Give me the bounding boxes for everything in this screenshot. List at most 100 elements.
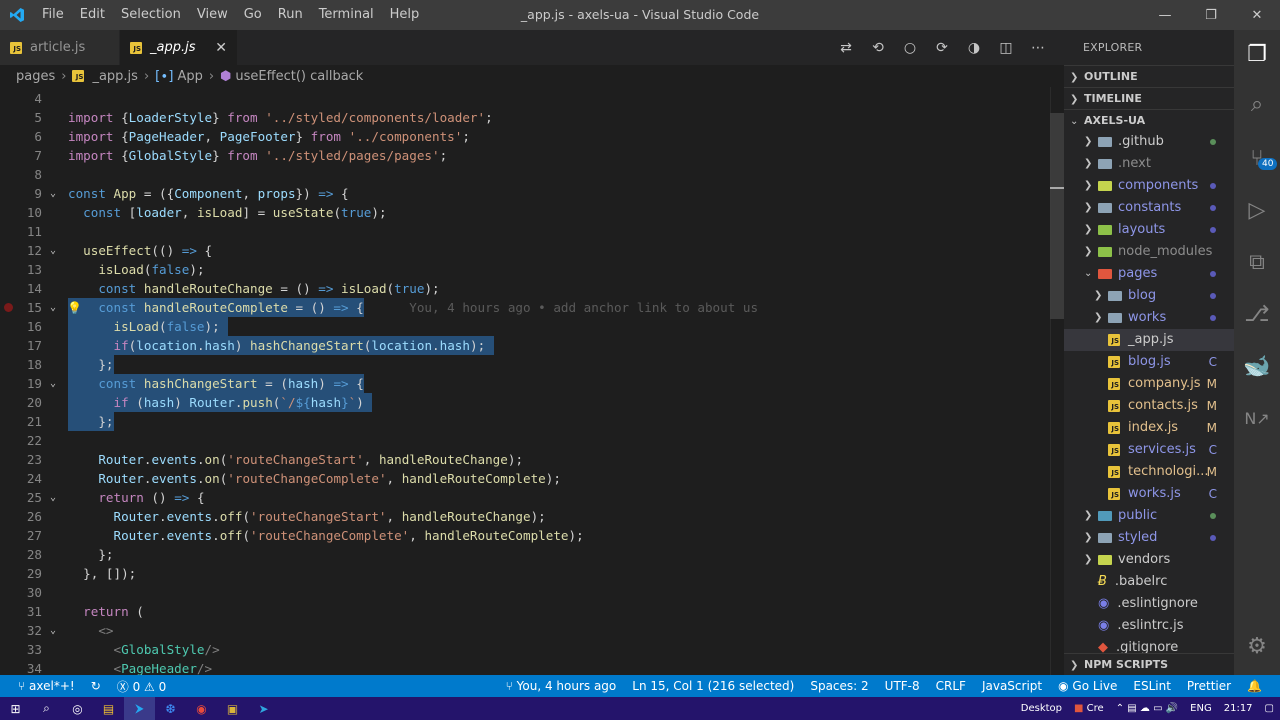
code-line[interactable]: 17 if(location.hash) hashChangeStart(loc… — [0, 336, 1048, 355]
code-line[interactable]: 28 }; — [0, 545, 1048, 564]
line-number[interactable]: 16 — [0, 317, 42, 336]
menu-run[interactable]: Run — [270, 0, 311, 30]
tree-item[interactable]: ❯ works — [1064, 307, 1234, 329]
docker-icon[interactable]: 🐋 — [1234, 342, 1280, 390]
code-line[interactable]: 13 isLoad(false); — [0, 260, 1048, 279]
tree-item[interactable]: ❯ components — [1064, 175, 1234, 197]
sync-icon[interactable]: ↻ — [83, 679, 109, 693]
breadcrumb-callback[interactable]: useEffect() callback — [235, 69, 363, 84]
desktop-label[interactable]: Desktop — [1015, 703, 1068, 714]
line-number[interactable]: 25 — [0, 488, 42, 507]
code-line[interactable]: 24 Router.events.on('routeChangeComplete… — [0, 469, 1048, 488]
line-number[interactable]: 4 — [0, 89, 42, 108]
menu-selection[interactable]: Selection — [113, 0, 189, 30]
breadcrumb-file[interactable]: _app.js — [92, 69, 138, 84]
input-language[interactable]: ENG — [1184, 703, 1218, 714]
explorer-files-icon[interactable]: ❐ — [1234, 30, 1280, 78]
code-line[interactable]: 30 — [0, 583, 1048, 602]
code-line[interactable]: 19 ⌄ const hashChangeStart = (hash) => { — [0, 374, 1048, 393]
run-debug-icon[interactable]: ▷ — [1234, 186, 1280, 234]
menu-terminal[interactable]: Terminal — [311, 0, 382, 30]
code-line[interactable]: 25 ⌄ return () => { — [0, 488, 1048, 507]
go-live-item[interactable]: ◉ Go Live — [1050, 679, 1125, 693]
line-number[interactable]: 19 — [0, 374, 42, 393]
code-line[interactable]: 12 ⌄ useEffect(() => { — [0, 241, 1048, 260]
line-number[interactable]: 22 — [0, 431, 42, 450]
tree-item[interactable]: Ƀ .babelrc — [1064, 571, 1234, 593]
code-line[interactable]: 31 return ( — [0, 602, 1048, 621]
tab-app-js[interactable]: JS _app.js ✕ — [120, 30, 238, 65]
line-number[interactable]: 23 — [0, 450, 42, 469]
line-number[interactable]: 30 — [0, 583, 42, 602]
pinned-app-label[interactable]: ■ Cre — [1068, 703, 1110, 714]
code-line[interactable]: 10 const [loader, isLoad] = useState(tru… — [0, 203, 1048, 222]
code-line[interactable]: 26 Router.events.off('routeChangeStart',… — [0, 507, 1048, 526]
tree-item[interactable]: JS services.js C — [1064, 439, 1234, 461]
indentation[interactable]: Spaces: 2 — [802, 679, 876, 693]
code-line[interactable]: 22 — [0, 431, 1048, 450]
windows-start-icon[interactable]: ⊞ — [0, 697, 31, 720]
line-number[interactable]: 18 — [0, 355, 42, 374]
tree-item[interactable]: ◉ .eslintignore — [1064, 593, 1234, 615]
search-icon[interactable]: ⌕ — [31, 697, 62, 720]
tree-item[interactable]: JS contacts.js M — [1064, 395, 1234, 417]
app-icon[interactable]: ❆ — [155, 697, 186, 720]
tree-item[interactable]: JS blog.js C — [1064, 351, 1234, 373]
code-line[interactable]: 21 }; — [0, 412, 1048, 431]
problems-item[interactable]: Ⓧ 0 ⚠ 0 — [109, 678, 175, 695]
terminal-icon[interactable]: ▣ — [217, 697, 248, 720]
end-of-line[interactable]: CRLF — [928, 679, 974, 693]
prettier-item[interactable]: Prettier — [1179, 679, 1239, 693]
tree-item[interactable]: ◉ .eslintrc.js — [1064, 615, 1234, 637]
code-line[interactable]: 9 ⌄ const App = ({Component, props}) => { — [0, 184, 1048, 203]
scrollbar-thumb[interactable] — [1050, 113, 1064, 319]
close-window-button[interactable]: ✕ — [1234, 0, 1280, 30]
code-line[interactable]: 32 ⌄ <> — [0, 621, 1048, 640]
code-line[interactable]: 7 import {GlobalStyle} from '../styled/pa… — [0, 146, 1048, 165]
code-line[interactable]: 27 Router.events.off('routeChangeComplet… — [0, 526, 1048, 545]
tree-item[interactable]: ⌄ pages — [1064, 263, 1234, 285]
code-line[interactable]: 8 — [0, 165, 1048, 184]
line-number[interactable]: 31 — [0, 602, 42, 621]
line-number[interactable]: 13 — [0, 260, 42, 279]
restore-button[interactable]: ❐ — [1188, 0, 1234, 30]
line-number[interactable]: 5 — [0, 108, 42, 127]
line-number[interactable]: 26 — [0, 507, 42, 526]
line-number[interactable]: 34 — [0, 659, 42, 675]
file-explorer-icon[interactable]: ▤ — [93, 697, 124, 720]
tree-item[interactable]: ❯ blog — [1064, 285, 1234, 307]
encoding[interactable]: UTF-8 — [877, 679, 928, 693]
line-number[interactable]: 6 — [0, 127, 42, 146]
lightbulb-icon[interactable]: 💡 — [67, 299, 82, 318]
code-line[interactable]: 14 const handleRouteChange = () => isLoa… — [0, 279, 1048, 298]
timeline-section[interactable]: ❯ TIMELINE — [1064, 87, 1234, 109]
line-number[interactable]: 24 — [0, 469, 42, 488]
fold-chevron-icon[interactable]: ⌄ — [50, 374, 56, 393]
code-line[interactable]: 6 import {PageHeader, PageFooter} from '.… — [0, 127, 1048, 146]
git-blame-item[interactable]: ⑂ You, 4 hours ago — [498, 679, 625, 693]
code-line[interactable]: 29 }, []); — [0, 564, 1048, 583]
line-number[interactable]: 7 — [0, 146, 42, 165]
tree-item[interactable]: ❯ .github — [1064, 131, 1234, 153]
line-number[interactable]: 8 — [0, 165, 42, 184]
language-mode[interactable]: JavaScript — [974, 679, 1050, 693]
line-number[interactable]: 14 — [0, 279, 42, 298]
fold-chevron-icon[interactable]: ⌄ — [50, 184, 56, 203]
nx-console-icon[interactable]: N↗ — [1234, 394, 1280, 442]
code-line[interactable]: 15 ⌄ const handleRouteComplete = () => { … — [0, 298, 1048, 317]
line-number[interactable]: 29 — [0, 564, 42, 583]
browser-icon[interactable]: ◎ — [62, 697, 93, 720]
menu-file[interactable]: File — [34, 0, 72, 30]
close-tab-icon[interactable]: ✕ — [215, 40, 227, 56]
code-line[interactable]: 16 isLoad(false); — [0, 317, 1048, 336]
fold-chevron-icon[interactable]: ⌄ — [50, 298, 56, 317]
tree-item[interactable]: ❯ styled — [1064, 527, 1234, 549]
code-line[interactable]: 5 import {LoaderStyle} from '../styled/co… — [0, 108, 1048, 127]
line-number[interactable]: 10 — [0, 203, 42, 222]
code-line[interactable]: 33 <GlobalStyle/> — [0, 640, 1048, 659]
cursor-position[interactable]: Ln 15, Col 1 (216 selected) — [624, 679, 802, 693]
tree-item[interactable]: ❯ public — [1064, 505, 1234, 527]
code-line[interactable]: 4 — [0, 89, 1048, 108]
search-icon[interactable]: ⌕ — [1234, 80, 1280, 128]
breadcrumb-symbol[interactable]: App — [177, 69, 202, 84]
